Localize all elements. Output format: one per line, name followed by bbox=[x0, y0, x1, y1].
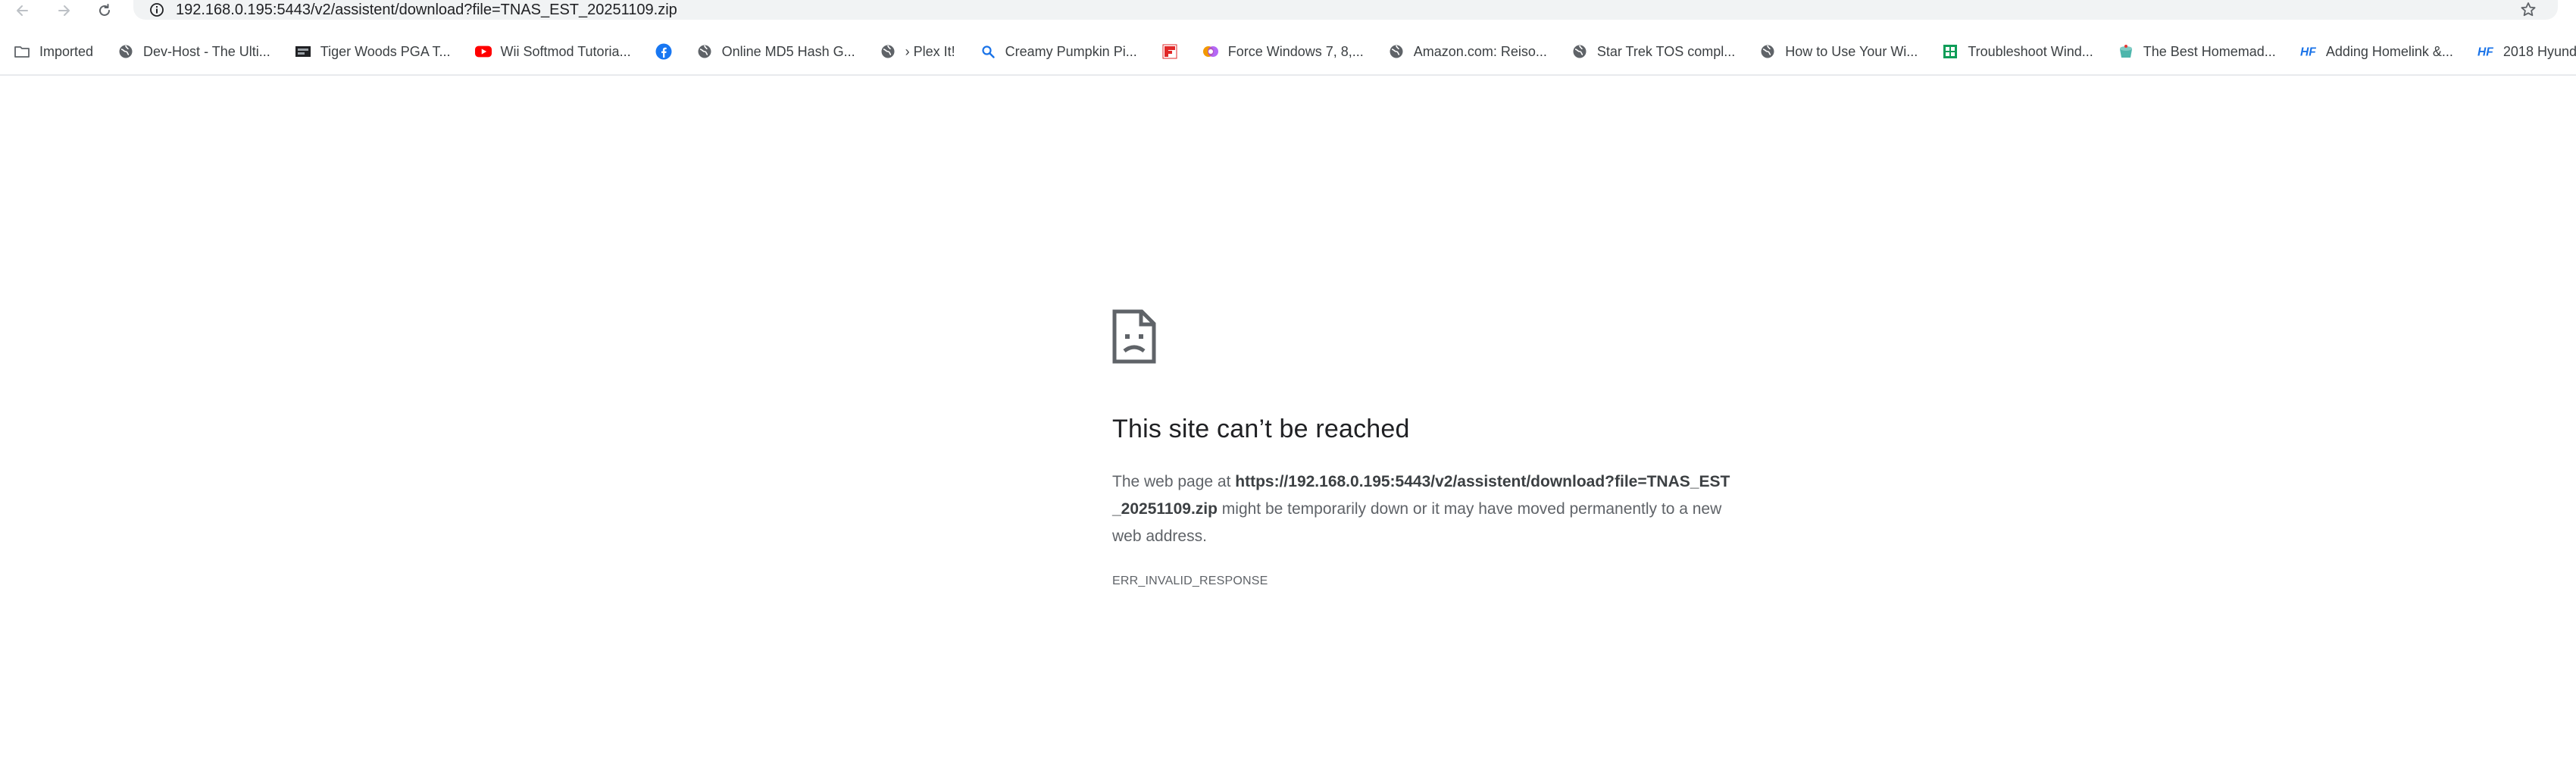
globe-icon bbox=[1571, 43, 1588, 60]
site-info-button[interactable] bbox=[145, 0, 168, 20]
bookmark-md5-hash[interactable]: Online MD5 Hash G... bbox=[687, 36, 864, 67]
svg-text:HF: HF bbox=[2300, 46, 2316, 59]
bookmark-dev-host[interactable]: Dev-Host - The Ulti... bbox=[108, 36, 280, 67]
flipboard-icon bbox=[1161, 43, 1178, 60]
hf-icon: HF bbox=[2478, 43, 2494, 60]
bookmark-flipboard[interactable] bbox=[1152, 36, 1187, 67]
bookmark-label: Troubleshoot Wind... bbox=[1968, 43, 2093, 59]
bookmark-label: Star Trek TOS compl... bbox=[1596, 43, 1736, 59]
star-icon bbox=[2521, 2, 2536, 17]
globe-icon bbox=[880, 43, 896, 60]
globe-icon bbox=[1759, 43, 1776, 60]
bookmark-star-button[interactable] bbox=[2517, 0, 2540, 20]
bookmark-label: How to Use Your Wi... bbox=[1785, 43, 1918, 59]
error-code: ERR_INVALID_RESPONSE bbox=[1112, 575, 1268, 587]
bookmark-label: The Best Homemad... bbox=[2143, 43, 2276, 59]
reload-button[interactable] bbox=[89, 0, 120, 21]
error-desc-prefix: The web page at bbox=[1112, 473, 1236, 490]
bookmark-label: Force Windows 7, 8,... bbox=[1227, 43, 1364, 59]
hf-icon: HF bbox=[2300, 43, 2317, 60]
bookmark-troubleshoot[interactable]: Troubleshoot Wind... bbox=[1933, 36, 2102, 67]
bookmark-label: Imported bbox=[39, 43, 94, 59]
bookmark-label: 2018 Hyundai Elantr... bbox=[2503, 43, 2576, 59]
bookmark-tiger-woods[interactable]: Tiger Woods PGA T... bbox=[286, 36, 460, 67]
forward-button[interactable] bbox=[48, 0, 79, 21]
svg-text:HF: HF bbox=[2478, 46, 2493, 59]
site-favicon bbox=[1202, 43, 1219, 60]
globe-icon bbox=[117, 43, 134, 60]
bookmark-label: Adding Homelink &... bbox=[2325, 43, 2453, 59]
reload-icon bbox=[99, 4, 110, 16]
address-bar-url[interactable]: 192.168.0.195:5443/v2/assistent/download… bbox=[176, 0, 677, 20]
bookmarks-divider bbox=[0, 74, 2576, 76]
bookmark-label: Amazon.com: Reiso... bbox=[1413, 43, 1547, 59]
bookmark-label: Tiger Woods PGA T... bbox=[320, 43, 451, 59]
site-favicon bbox=[1942, 43, 1959, 60]
youtube-icon bbox=[474, 43, 492, 60]
site-favicon bbox=[295, 43, 311, 60]
bookmark-how-to-use[interactable]: How to Use Your Wi... bbox=[1750, 36, 1927, 67]
globe-icon bbox=[696, 43, 713, 60]
browser-toolbar: 192.168.0.195:5443/v2/assistent/download… bbox=[0, 0, 2576, 21]
bookmark-label: › Plex It! bbox=[905, 43, 955, 59]
bookmark-label: Creamy Pumpkin Pi... bbox=[1005, 43, 1137, 59]
bookmark-creamy-pumpkin[interactable]: Creamy Pumpkin Pi... bbox=[971, 36, 1146, 67]
bookmark-label: Online MD5 Hash G... bbox=[721, 43, 855, 59]
bookmark-label: Dev-Host - The Ulti... bbox=[143, 43, 270, 59]
bookmark-plex-it[interactable]: › Plex It! bbox=[871, 36, 964, 67]
error-description: The web page at https://192.168.0.195:54… bbox=[1112, 468, 1733, 550]
bookmark-star-trek[interactable]: Star Trek TOS compl... bbox=[1562, 36, 1744, 67]
bookmark-imported[interactable]: Imported bbox=[5, 36, 102, 67]
folder-icon bbox=[14, 43, 30, 60]
info-icon bbox=[150, 3, 164, 17]
site-favicon bbox=[2118, 43, 2134, 60]
bookmark-wii-softmod[interactable]: Wii Softmod Tutoria... bbox=[466, 36, 640, 67]
bookmark-label: Wii Softmod Tutoria... bbox=[500, 43, 631, 59]
back-button[interactable] bbox=[8, 0, 38, 21]
bookmark-force-windows[interactable]: Force Windows 7, 8,... bbox=[1193, 36, 1373, 67]
bookmark-best-homemade[interactable]: The Best Homemad... bbox=[2109, 36, 2285, 67]
bookmark-amazon[interactable]: Amazon.com: Reiso... bbox=[1379, 36, 1556, 67]
arrow-left-icon bbox=[17, 5, 28, 16]
search-icon bbox=[980, 43, 996, 60]
arrow-right-icon bbox=[58, 5, 70, 16]
sad-document-icon bbox=[1112, 309, 1156, 364]
facebook-icon bbox=[655, 43, 672, 60]
error-title: This site can’t be reached bbox=[1112, 415, 1410, 443]
bookmarks-bar: Imported Dev-Host - The Ulti... Tiger Wo… bbox=[0, 32, 2576, 71]
bookmark-hyundai-elantra[interactable]: HF 2018 Hyundai Elantr... bbox=[2468, 36, 2576, 67]
omnibox[interactable]: 192.168.0.195:5443/v2/assistent/download… bbox=[133, 0, 2558, 20]
bookmark-adding-homelink[interactable]: HF Adding Homelink &... bbox=[2291, 36, 2462, 67]
bookmark-facebook[interactable] bbox=[646, 36, 681, 67]
globe-icon bbox=[1388, 43, 1405, 60]
error-page: This site can’t be reached The web page … bbox=[1112, 309, 1749, 588]
